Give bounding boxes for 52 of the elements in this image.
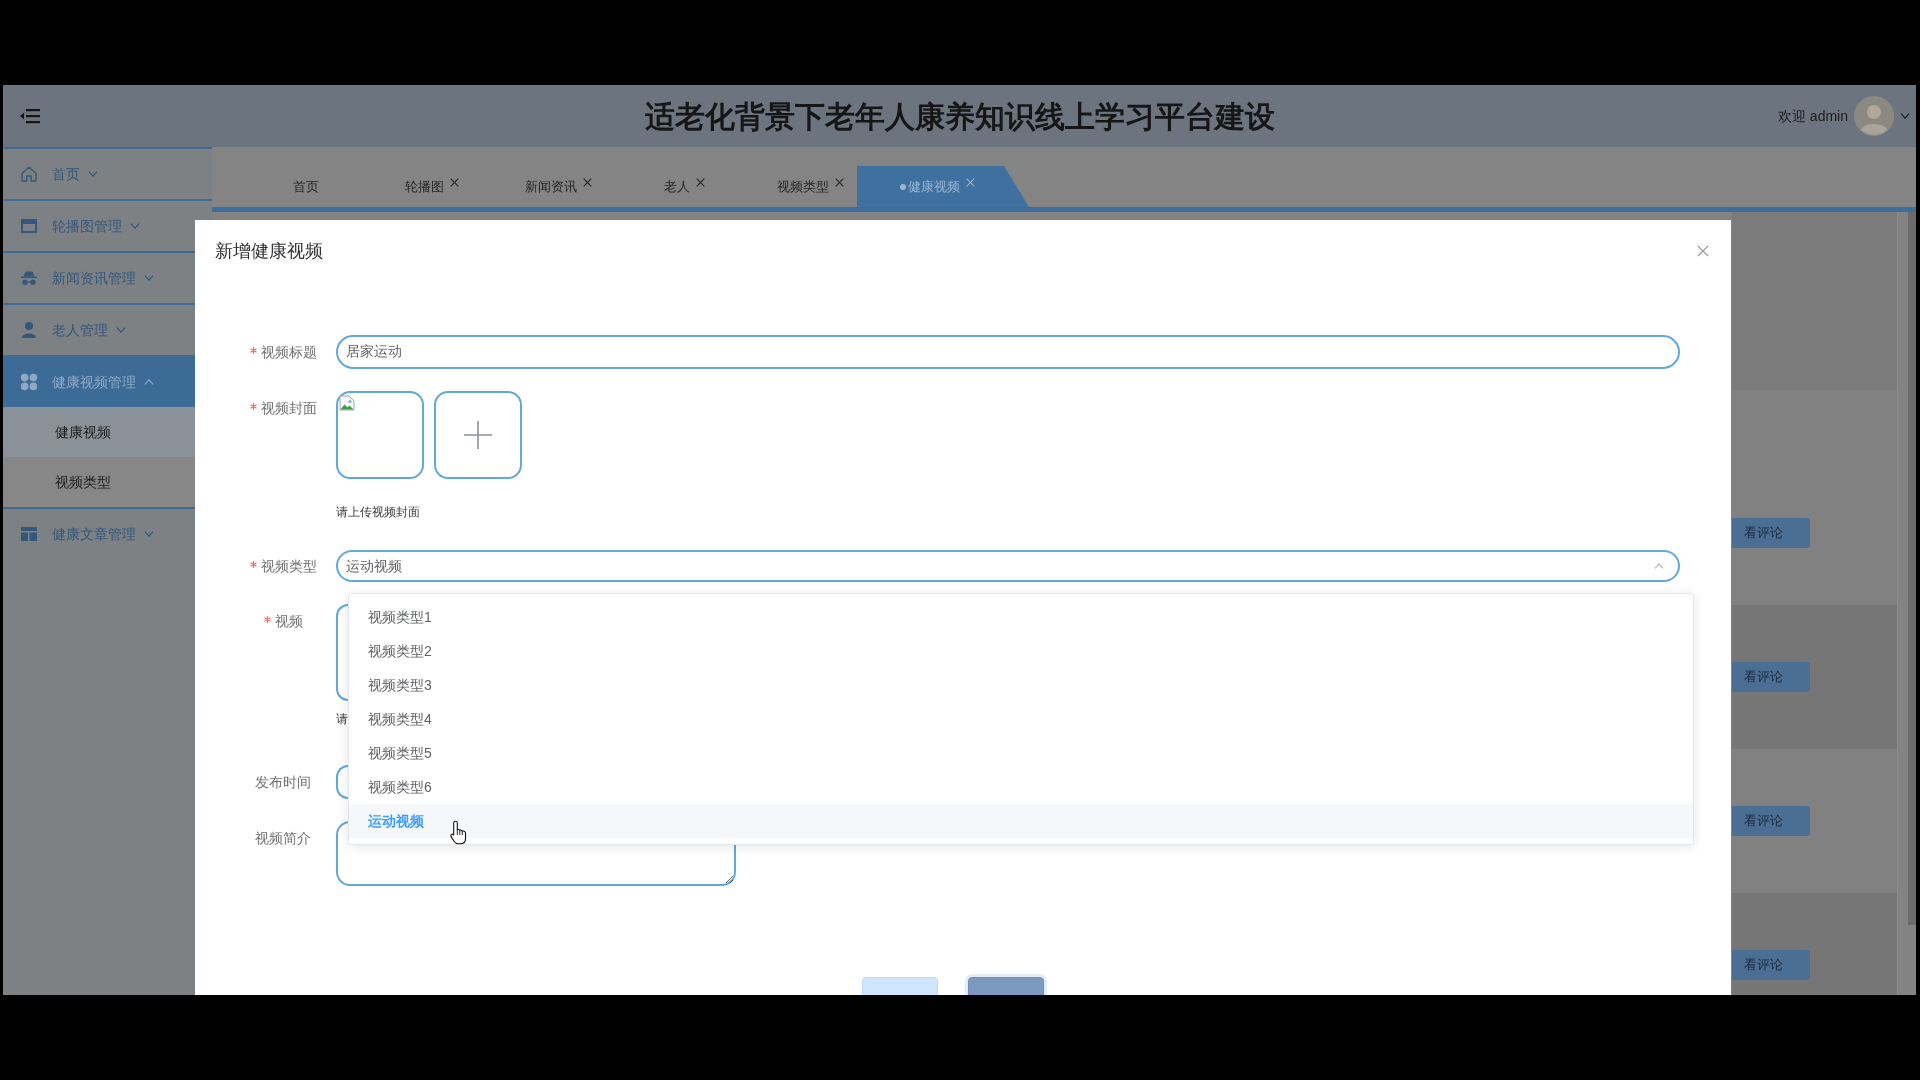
table-icon xyxy=(20,525,38,543)
dropdown-option[interactable]: 视频类型3 xyxy=(349,668,1693,702)
image-frame-icon xyxy=(20,217,38,235)
dropdown-option[interactable]: 视频类型5 xyxy=(349,736,1693,770)
dot-icon xyxy=(899,183,906,190)
hint-text: 请 xyxy=(336,712,348,726)
close-icon[interactable] xyxy=(834,178,844,187)
field-label: 视频封面 xyxy=(260,400,317,416)
broken-image-icon xyxy=(339,395,355,411)
app-title: 适老化背景下老年人康养知识线上学习平台建设 xyxy=(644,98,1275,135)
tab[interactable]: 新闻资讯 xyxy=(479,166,605,207)
close-icon[interactable] xyxy=(1697,245,1709,257)
grid-icon xyxy=(20,373,38,391)
hint-text: 请上传视频封面 xyxy=(336,505,420,519)
view-comments-button[interactable]: 看评论 xyxy=(1732,662,1810,692)
close-icon[interactable] xyxy=(965,178,975,187)
scrollbar-thumb[interactable] xyxy=(1908,212,1916,925)
upload-box[interactable] xyxy=(336,604,348,701)
dropdown-option[interactable]: 视频类型6 xyxy=(349,770,1693,804)
tab[interactable]: 首页 xyxy=(227,166,353,207)
chevron-down-icon[interactable] xyxy=(1900,113,1910,119)
dialog-title: 新增健康视频 xyxy=(215,240,323,263)
field-label: 视频 xyxy=(274,613,303,629)
tab[interactable]: 视频类型 xyxy=(731,166,857,207)
incognito-icon xyxy=(20,269,38,287)
field-label: 视频类型 xyxy=(260,558,317,574)
select-field[interactable]: 运动视频 xyxy=(336,550,1680,582)
upload-add-button[interactable] xyxy=(434,391,522,479)
tab[interactable]: 健康视频 xyxy=(857,166,1029,207)
tab[interactable]: 老人 xyxy=(605,166,731,207)
person-icon xyxy=(20,321,38,339)
view-comments-button[interactable]: 看评论 xyxy=(1732,806,1810,836)
field-label: 视频标题 xyxy=(260,344,317,360)
dropdown-option[interactable]: 视频类型4 xyxy=(349,702,1693,736)
tab[interactable]: 轮播图 xyxy=(353,166,479,207)
view-comments-button[interactable]: 看评论 xyxy=(1732,950,1810,980)
menu-icon[interactable] xyxy=(20,108,40,124)
field-label: 视频简介 xyxy=(255,830,311,846)
dropdown-option[interactable]: 视频类型2 xyxy=(349,634,1693,668)
uploaded-image-tile[interactable] xyxy=(336,391,424,479)
plus-icon xyxy=(464,421,492,449)
date-input[interactable] xyxy=(336,765,348,799)
close-icon[interactable] xyxy=(450,178,459,187)
avatar-icon[interactable] xyxy=(1854,96,1894,136)
home-icon xyxy=(20,165,38,183)
close-icon[interactable] xyxy=(582,178,592,187)
welcome-text: 欢迎 admin xyxy=(1777,106,1848,126)
close-icon[interactable] xyxy=(695,178,705,187)
view-comments-button[interactable]: 看评论 xyxy=(1732,518,1810,548)
dropdown-option[interactable]: 视频类型1 xyxy=(349,600,1693,634)
field-label: 发布时间 xyxy=(255,774,311,790)
text-input[interactable]: 居家运动 xyxy=(336,335,1680,369)
